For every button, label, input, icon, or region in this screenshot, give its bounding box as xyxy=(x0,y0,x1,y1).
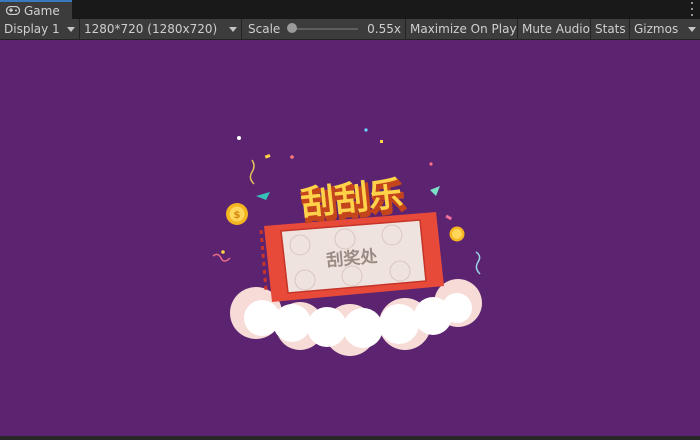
gizmos-label: Gizmos xyxy=(634,22,679,36)
more-options-icon[interactable] xyxy=(690,2,694,16)
game-viewport[interactable]: $ 刮奖处 刮刮乐 刮刮乐 xyxy=(0,40,700,436)
chevron-down-icon xyxy=(67,26,75,32)
editor-tab-bar: Game xyxy=(0,0,700,19)
scale-slider[interactable] xyxy=(286,23,359,33)
resolution-dropdown[interactable]: 1280*720 (1280x720) xyxy=(80,19,242,39)
gamepad-icon xyxy=(6,6,20,15)
scratch-ticket[interactable]: 刮奖处 xyxy=(259,212,444,302)
display-dropdown-label: Display 1 xyxy=(4,22,60,36)
stats-label: Stats xyxy=(595,22,626,36)
game-toolbar: Display 1 1280*720 (1280x720) Scale 0.55… xyxy=(0,19,700,40)
display-dropdown[interactable]: Display 1 xyxy=(0,19,80,39)
tab-game-label: Game xyxy=(24,3,60,18)
coin-icon xyxy=(449,226,465,242)
mute-audio-button[interactable]: Mute Audio xyxy=(518,19,591,39)
svg-text:$: $ xyxy=(234,210,241,221)
chevron-down-icon xyxy=(688,26,696,32)
bottom-border xyxy=(0,436,700,440)
scale-label: Scale xyxy=(248,22,281,36)
resolution-dropdown-label: 1280*720 (1280x720) xyxy=(84,22,218,36)
coin-icon: $ xyxy=(226,203,248,225)
mute-audio-label: Mute Audio xyxy=(522,22,590,36)
maximize-on-play-button[interactable]: Maximize On Play xyxy=(406,19,518,39)
stats-button[interactable]: Stats xyxy=(591,19,630,39)
game-scene: $ 刮奖处 刮刮乐 刮刮乐 xyxy=(212,128,482,356)
chevron-down-icon xyxy=(229,26,237,32)
scale-control: Scale 0.55x xyxy=(242,19,406,39)
scale-slider-thumb[interactable] xyxy=(286,23,297,33)
tab-game[interactable]: Game xyxy=(0,0,72,19)
maximize-on-play-label: Maximize On Play xyxy=(410,22,517,36)
gizmos-dropdown[interactable]: Gizmos xyxy=(630,19,700,39)
scale-value: 0.55x xyxy=(367,22,401,36)
